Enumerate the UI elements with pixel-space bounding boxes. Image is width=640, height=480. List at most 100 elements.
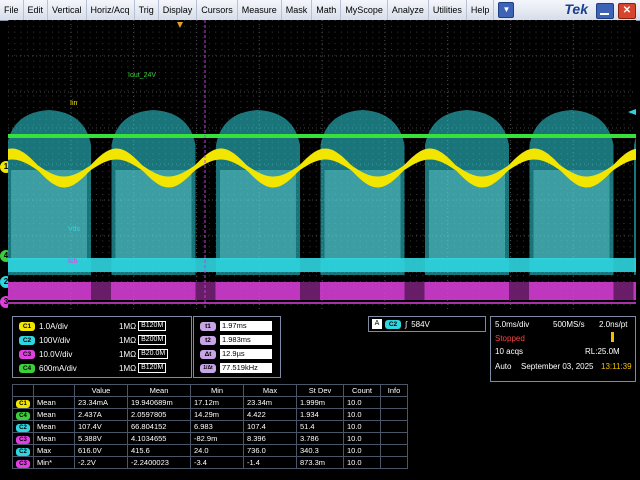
ch2-badge: C2: [19, 335, 35, 345]
menu-measure[interactable]: Measure: [238, 0, 282, 20]
menu-mask[interactable]: Mask: [282, 0, 313, 20]
ch3-impedance: 1MΩ: [119, 349, 137, 359]
measurement-row[interactable]: C3 Min* -2.2V -2.2400023 -3.4 -1.4 873.3…: [12, 456, 408, 469]
measurement-row[interactable]: C3 Mean 5.388V 4.1034655 -82.9m 8.396 3.…: [12, 432, 408, 445]
minimize-button[interactable]: [596, 3, 614, 19]
ch1-settings[interactable]: C1 1.0A/div 1MΩ B120M: [19, 320, 167, 332]
meas-count: 10.0: [343, 420, 381, 433]
header-stdev: St Dev: [296, 384, 344, 397]
meas-channel-badge: C4: [16, 411, 30, 420]
measurement-row[interactable]: C4 Mean 2.437A 2.0597805 14.29m 4.422 1.…: [12, 408, 408, 421]
close-button[interactable]: ✕: [618, 3, 636, 19]
header-channel: [12, 384, 34, 397]
cursor-t2[interactable]: t2 1.983ms: [200, 334, 272, 346]
trigger-slope-icon: ∫: [405, 319, 408, 329]
meas-mean: -2.2400023: [127, 456, 191, 469]
meas-count: 10.0: [343, 408, 381, 421]
cursor-delta[interactable]: Δt 12.9µs: [200, 348, 272, 360]
tek-logo: Tek: [564, 1, 588, 17]
menu-bar: File Edit Vertical Horiz/Acq Trig Displa…: [0, 0, 640, 21]
ch3-waveform: [8, 282, 636, 300]
cursor-frequency-badge: 1/Δt: [200, 363, 216, 373]
meas-type: Mean: [33, 432, 75, 445]
meas-type: Mean: [33, 396, 75, 409]
meas-stdev: 1.934: [296, 408, 344, 421]
ch3-settings[interactable]: C3 10.0V/div 1MΩ B20.0M: [19, 348, 169, 360]
ch1-bandwidth: B120M: [138, 321, 167, 331]
measurement-row[interactable]: C2 Max 616.0V 415.6 24.0 736.0 340.3 10.…: [12, 444, 408, 457]
waveform-display[interactable]: Iout_24V Iin Vds Ich: [8, 20, 636, 310]
meas-max: 4.422: [243, 408, 297, 421]
acquisition-readout[interactable]: 5.0ms/div 500MS/s 2.0ns/pt Stopped 10 ac…: [490, 316, 636, 382]
measurement-row[interactable]: C1 Mean 23.34mA 19.940689m 17.12m 23.34m…: [12, 396, 408, 409]
ch3-gap: [300, 282, 320, 300]
cursor-t1-badge: t1: [200, 321, 216, 331]
meas-mean: 66.804152: [127, 420, 191, 433]
ch3-gap: [509, 282, 529, 300]
cursor-frequency[interactable]: 1/Δt 77.519kHz: [200, 362, 272, 374]
trigger-readout[interactable]: A C2 ∫ 584V: [368, 316, 486, 332]
ch3-gap: [91, 282, 111, 300]
cursor-delta-value: 12.9µs: [220, 349, 272, 359]
ch4-settings[interactable]: C4 600mA/div 1MΩ B120M: [19, 362, 167, 374]
menu-help[interactable]: Help: [467, 0, 495, 20]
ch3-scale: 10.0V/div: [39, 349, 73, 359]
menu-dropdown-button[interactable]: ▼: [498, 2, 515, 18]
meas-channel-badge: C3: [16, 459, 30, 468]
label-iin: Iin: [70, 100, 78, 107]
label-ich: Ich: [68, 258, 78, 265]
measurement-table[interactable]: Value Mean Min Max St Dev Count Info C1 …: [12, 384, 408, 469]
meas-info: [380, 396, 408, 409]
cursor-t1[interactable]: t1 1.97ms: [200, 320, 272, 332]
meas-type: Max: [33, 444, 75, 457]
meas-mean: 415.6: [127, 444, 191, 457]
ch3-gap: [613, 282, 634, 300]
meas-info: [380, 456, 408, 469]
meas-stdev: 873.3m: [296, 456, 344, 469]
menu-myscope[interactable]: MyScope: [341, 0, 388, 20]
ch2-impedance: 1MΩ: [119, 335, 137, 345]
meas-info: [380, 444, 408, 457]
menu-display[interactable]: Display: [159, 0, 198, 20]
label-iout: Iout_24V: [128, 72, 157, 79]
cursor-t2-value: 1.983ms: [220, 335, 272, 345]
menu-cursors[interactable]: Cursors: [197, 0, 238, 20]
meas-channel-badge: C3: [16, 435, 30, 444]
ch1-bandwidth-value: 120M: [145, 322, 164, 329]
meas-mean: 2.0597805: [127, 408, 191, 421]
ch2-settings[interactable]: C2 100V/div 1MΩ B200M: [19, 334, 167, 346]
menu-math[interactable]: Math: [312, 0, 342, 20]
meas-min: 24.0: [190, 444, 244, 457]
menu-horiz-acq[interactable]: Horiz/Acq: [87, 0, 135, 20]
menu-file[interactable]: File: [0, 0, 24, 20]
header-value: Value: [74, 384, 128, 397]
trigger-source-badge: A: [372, 319, 382, 329]
meas-value: -2.2V: [74, 456, 128, 469]
menu-edit[interactable]: Edit: [24, 0, 49, 20]
meas-stdev: 3.786: [296, 432, 344, 445]
header-mean: Mean: [127, 384, 191, 397]
menu-analyze[interactable]: Analyze: [388, 0, 429, 20]
header-info: Info: [380, 384, 408, 397]
meas-value: 5.388V: [74, 432, 128, 445]
menu-vertical[interactable]: Vertical: [48, 0, 87, 20]
menu-utilities[interactable]: Utilities: [429, 0, 467, 20]
ch2-bandwidth-value: 200M: [145, 336, 164, 343]
resolution: 2.0ns/pt: [599, 320, 628, 329]
meas-info: [380, 420, 408, 433]
acquisition-state: Stopped: [495, 334, 525, 343]
header-count: Count: [343, 384, 381, 397]
header-min: Min: [190, 384, 244, 397]
ch3-badge: C3: [19, 349, 35, 359]
meas-value: 2.437A: [74, 408, 128, 421]
ch4-impedance: 1MΩ: [119, 363, 137, 373]
menu-trig[interactable]: Trig: [135, 0, 159, 20]
cursor-delta-badge: Δt: [200, 349, 216, 359]
meas-min: 14.29m: [190, 408, 244, 421]
measurement-row[interactable]: C2 Mean 107.4V 66.804152 6.983 107.4 51.…: [12, 420, 408, 433]
meas-count: 10.0: [343, 444, 381, 457]
ch2-bandwidth: B200M: [138, 335, 167, 345]
ch2-scale: 100V/div: [39, 335, 71, 345]
meas-channel-badge: C2: [16, 423, 30, 432]
meas-channel-badge: C1: [16, 399, 30, 408]
